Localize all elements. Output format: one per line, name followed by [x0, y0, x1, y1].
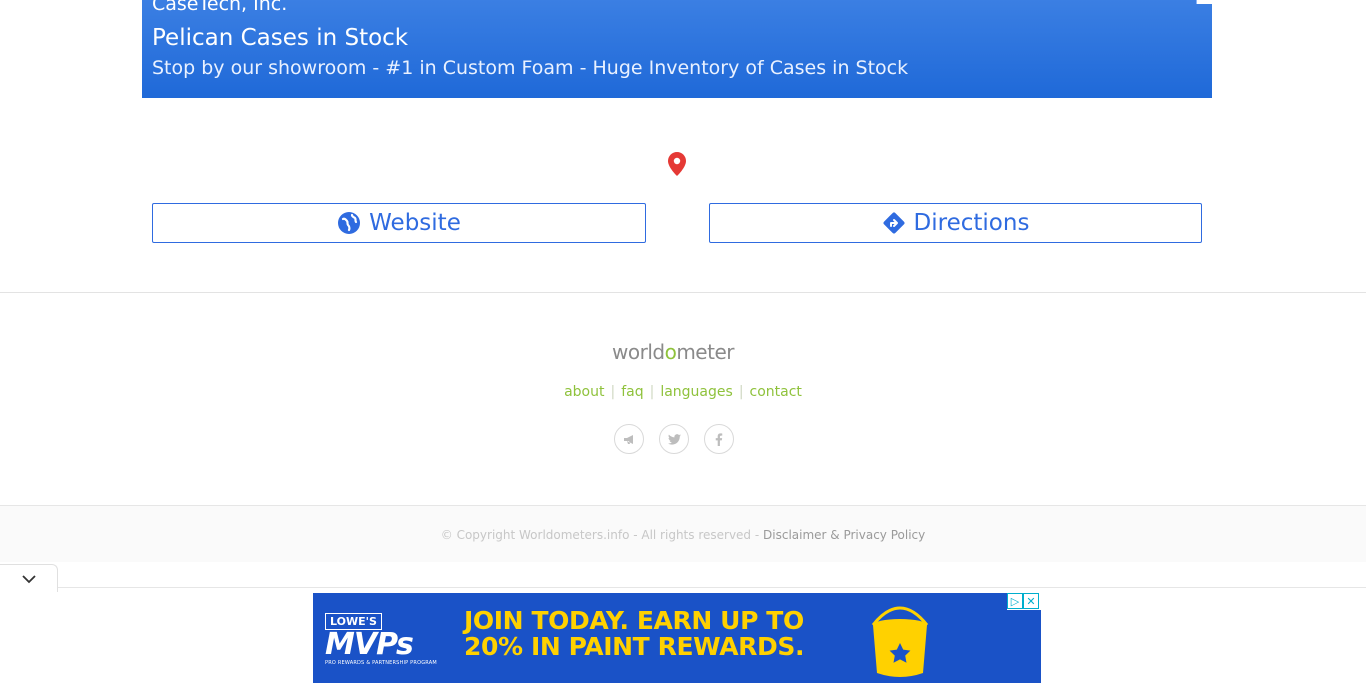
globe-icon: [337, 211, 361, 235]
ad-close-icon[interactable]: ✕: [1023, 593, 1039, 609]
ad-advertiser[interactable]: CaseTech, Inc.: [152, 0, 287, 16]
footer-links: about | faq | languages | contact: [0, 384, 1366, 400]
footer-link-about[interactable]: about: [564, 384, 604, 400]
facebook-icon[interactable]: [704, 424, 734, 454]
megaphone-icon[interactable]: [614, 424, 644, 454]
website-label: Website: [369, 210, 461, 236]
copyright-label: © Copyright Worldometers.info - All righ…: [440, 528, 764, 542]
separator: |: [649, 384, 655, 400]
divider: [0, 292, 1366, 293]
mvps-subtext: PRO REWARDS & PARTNERSHIP PROGRAM: [325, 660, 437, 666]
top-ad-banner[interactable]: CaseTech, Inc. Pelican Cases in Stock St…: [142, 0, 1212, 98]
ad-line-2: 20% IN PAINT REWARDS.: [464, 632, 805, 661]
logo-text-meter: meter: [676, 340, 734, 364]
mvps-text: MVPs: [325, 627, 414, 662]
separator: |: [610, 384, 616, 400]
copyright-text: © Copyright Worldometers.info - All righ…: [0, 528, 1366, 542]
ad-description[interactable]: Stop by our showroom - #1 in Custom Foam…: [152, 56, 908, 80]
ad-headline-text: JOIN TODAY. EARN UP TO 20% IN PAINT REWA…: [464, 608, 804, 660]
disclaimer-link[interactable]: Disclaimer & Privacy Policy: [763, 528, 925, 542]
directions-label: Directions: [913, 210, 1030, 236]
separator: |: [738, 384, 744, 400]
footer-link-languages[interactable]: languages: [660, 384, 732, 400]
directions-icon: [882, 211, 906, 235]
directions-button[interactable]: Directions: [709, 203, 1202, 243]
footer-link-faq[interactable]: faq: [621, 384, 643, 400]
ad-line-1: JOIN TODAY. EARN UP TO: [464, 606, 804, 635]
ad-info-icon[interactable]: ▷: [1007, 593, 1023, 609]
ad-headline[interactable]: Pelican Cases in Stock: [152, 24, 408, 52]
ad-controls: ▷ ✕: [1007, 593, 1041, 610]
website-button[interactable]: Website: [152, 203, 646, 243]
twitter-icon[interactable]: [659, 424, 689, 454]
paint-bucket-icon: [867, 599, 933, 679]
lowes-mvps-logo: LOWE'S MVPs PRO REWARDS & PARTNERSHIP PR…: [325, 610, 437, 670]
bottom-ad-banner[interactable]: LOWE'S MVPs PRO REWARDS & PARTNERSHIP PR…: [313, 593, 1041, 683]
collapse-ad-button[interactable]: [0, 564, 58, 592]
logo-text-o: o: [664, 340, 677, 364]
map-pin-icon: [668, 152, 686, 176]
footer-link-contact[interactable]: contact: [750, 384, 802, 400]
divider: [0, 587, 1366, 588]
ad-choices-icon[interactable]: [1196, 0, 1212, 4]
logo-text-world: world: [612, 340, 665, 364]
worldometer-logo[interactable]: worldometer: [612, 340, 734, 364]
chevron-down-icon: [21, 569, 37, 588]
